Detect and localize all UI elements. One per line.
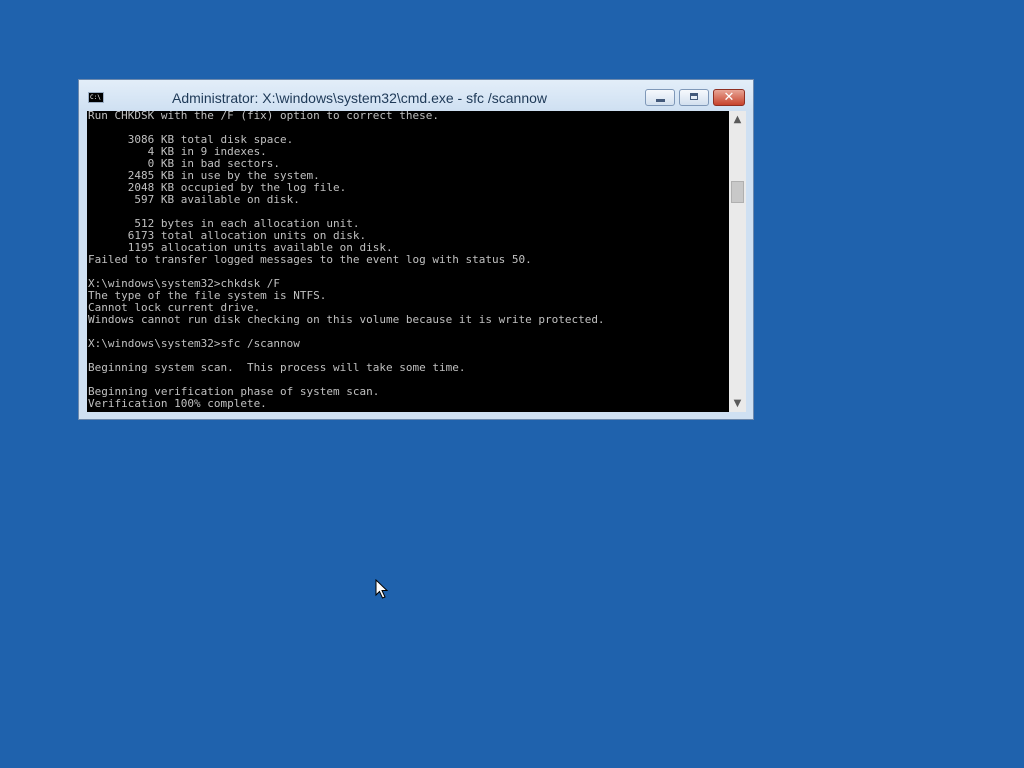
- scroll-thumb[interactable]: [731, 181, 744, 203]
- maximize-button[interactable]: [679, 89, 709, 106]
- scroll-up-button[interactable]: ▲: [729, 111, 746, 128]
- console-line: Verification 100% complete.: [88, 397, 267, 410]
- console-output[interactable]: Run CHKDSK with the /F (fix) option to c…: [87, 111, 729, 412]
- console-line: Failed to transfer logged messages to th…: [88, 253, 532, 266]
- minimize-button[interactable]: [645, 89, 675, 106]
- mouse-cursor-icon: [375, 579, 389, 599]
- command-prompt-icon[interactable]: C:\: [88, 92, 104, 103]
- maximize-icon: [690, 93, 698, 100]
- console-line: 597 KB available on disk.: [88, 193, 300, 206]
- cmd-window[interactable]: C:\ Administrator: X:\windows\system32\c…: [78, 79, 754, 420]
- console-line: Windows cannot run disk checking on this…: [88, 313, 605, 326]
- scroll-down-button[interactable]: ▼: [729, 395, 746, 412]
- desktop: C:\ Administrator: X:\windows\system32\c…: [0, 0, 1024, 768]
- title-bar[interactable]: C:\ Administrator: X:\windows\system32\c…: [79, 80, 753, 111]
- console-text: Run CHKDSK with the /F (fix) option to c…: [87, 111, 729, 410]
- close-button[interactable]: ✕: [713, 89, 745, 106]
- console-line: Run CHKDSK with the /F (fix) option to c…: [88, 111, 439, 122]
- close-icon: ✕: [723, 90, 735, 105]
- window-title: Administrator: X:\windows\system32\cmd.e…: [172, 90, 548, 106]
- console-line: Beginning system scan. This process will…: [88, 361, 466, 374]
- console-line: X:\windows\system32>sfc /scannow: [88, 337, 300, 350]
- minimize-icon: [656, 99, 665, 102]
- vertical-scrollbar[interactable]: ▲ ▼: [729, 111, 746, 412]
